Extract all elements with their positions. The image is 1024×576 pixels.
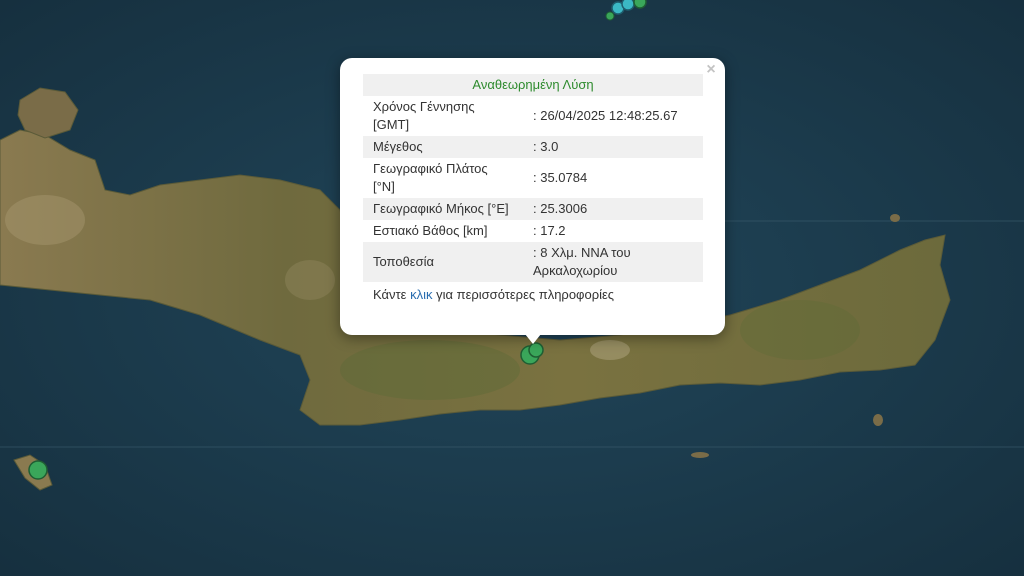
lowland-green — [740, 300, 860, 360]
mountain-range — [5, 195, 85, 245]
table-row: Γεωγραφικό Πλάτος [°N] : 35.0784 — [363, 158, 703, 198]
earthquake-marker[interactable] — [605, 11, 615, 21]
footer-text-before: Κάντε — [373, 287, 411, 302]
row-value: : 25.3006 — [523, 198, 703, 220]
table-footer-row: Κάντε κλικ για περισσότερες πληροφορίες — [363, 282, 703, 306]
small-islet — [890, 214, 900, 222]
row-value: : 17.2 — [533, 223, 566, 238]
row-value: : 26/04/2025 12:48:25.67 — [533, 108, 678, 123]
more-info-text: Κάντε κλικ για περισσότερες πληροφορίες — [363, 282, 703, 306]
popup-pointer — [525, 334, 541, 344]
table-row: Γεωγραφικό Μήκος [°E] : 25.3006 — [363, 198, 703, 220]
row-value: : 8 Χλμ. ΝΝΑ του Αρκαλοχωρίου — [523, 242, 703, 282]
earthquake-marker[interactable] — [28, 460, 48, 480]
row-label: Μέγεθος — [363, 136, 523, 158]
footer-text-after: για περισσότερες πληροφορίες — [432, 287, 615, 302]
solution-status: Αναθεωρημένη Λύση — [363, 74, 703, 96]
table-row: Χρόνος Γέννησης [GMT] : 26/04/2025 12:48… — [363, 96, 703, 136]
table-row: Τοποθεσία : 8 Χλμ. ΝΝΑ του Αρκαλοχωρίου — [363, 242, 703, 282]
row-label: Γεωγραφικό Πλάτος [°N] — [373, 161, 488, 194]
row-label: Τοποθεσία — [363, 242, 523, 282]
mountain-range — [590, 340, 630, 360]
lowland-green — [340, 340, 520, 400]
earthquake-marker[interactable] — [621, 0, 635, 11]
mountain-range — [285, 260, 335, 300]
popup-content: Αναθεωρημένη Λύση Χρόνος Γέννησης [GMT] … — [363, 74, 703, 306]
row-value: : 35.0784 — [533, 170, 588, 185]
row-label: Γεωγραφικό Μήκος [°E] — [363, 198, 523, 220]
row-label: Εστιακό Βάθος [km] — [373, 223, 488, 238]
small-islet — [691, 452, 709, 458]
table-header-row: Αναθεωρημένη Λύση — [363, 74, 703, 96]
row-value: : 3.0 — [523, 136, 703, 158]
table-row: Μέγεθος : 3.0 — [363, 136, 703, 158]
earthquake-info-popup: × Αναθεωρημένη Λύση Χρόνος Γέννησης [GMT… — [340, 58, 725, 335]
earthquake-marker[interactable] — [528, 342, 544, 358]
small-islet — [873, 414, 883, 426]
close-icon[interactable]: × — [703, 62, 719, 78]
more-info-link[interactable]: κλικ — [410, 287, 432, 302]
earthquake-info-table: Αναθεωρημένη Λύση Χρόνος Γέννησης [GMT] … — [363, 74, 703, 306]
row-label: Χρόνος Γέννησης [GMT] — [373, 99, 475, 132]
earthquake-marker[interactable] — [633, 0, 647, 9]
table-row: Εστιακό Βάθος [km] : 17.2 — [363, 220, 703, 242]
